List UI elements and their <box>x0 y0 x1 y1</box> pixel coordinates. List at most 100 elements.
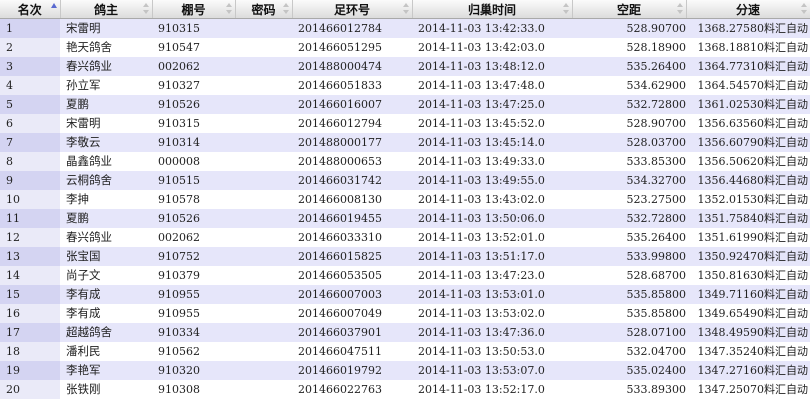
table-row[interactable]: 15 李有成 910955 201466007003 2014-11-03 13:53:… <box>0 285 810 304</box>
distance-cell: 528.07100 <box>572 323 686 342</box>
rank-cell: 8 <box>0 152 60 171</box>
owner-cell: 李敬云 <box>60 133 152 152</box>
owner-cell: 夏鹏 <box>60 95 152 114</box>
table-row[interactable]: 12 春兴鸽业 002062 201466033310 2014-11-03 13:52… <box>0 228 810 247</box>
column-header-owner[interactable]: 鸽主 <box>60 0 153 19</box>
distance-cell: 528.03700 <box>572 133 686 152</box>
table-row[interactable]: 8 晶鑫鸽业 000008 201488000653 2014-11-03 13:49:… <box>0 152 810 171</box>
loft-cell: 910562 <box>152 342 235 361</box>
loft-cell: 910955 <box>152 285 235 304</box>
arrival-time-cell: 2014-11-03 13:45:14.0 <box>412 133 572 152</box>
sort-icon <box>282 2 289 16</box>
ring-cell: 201466047511 <box>292 342 412 361</box>
speed-cell: 1364.77310料汇自动 <box>686 57 810 76</box>
owner-cell: 李抻 <box>60 190 152 209</box>
ring-cell: 201466051295 <box>292 38 412 57</box>
owner-cell: 孙立军 <box>60 76 152 95</box>
column-header-ring[interactable]: 足环号 <box>292 0 413 19</box>
table-row[interactable]: 16 李有成 910955 201466007049 2014-11-03 13:53:… <box>0 304 810 323</box>
column-header-label: 棚号 <box>181 2 206 17</box>
ring-cell: 201466051833 <box>292 76 412 95</box>
column-header-password[interactable]: 密码 <box>235 0 293 19</box>
table-row[interactable]: 1 宋雷明 910315 201466012784 2014-11-03 13:42:3… <box>0 18 810 38</box>
speed-cell: 1348.49590料汇自动 <box>686 323 810 342</box>
speed-cell: 1356.50620料汇自动 <box>686 152 810 171</box>
table-row[interactable]: 11 夏鹏 910526 201466019455 2014-11-03 13:50:0… <box>0 209 810 228</box>
distance-cell: 533.89300 <box>572 380 686 399</box>
table-row[interactable]: 7 李敬云 910314 201488000177 2014-11-03 13:45:1… <box>0 133 810 152</box>
table-row[interactable]: 10 李抻 910578 201466008130 2014-11-03 13:43:0… <box>0 190 810 209</box>
arrival-time-cell: 2014-11-03 13:50:06.0 <box>412 209 572 228</box>
rank-cell: 5 <box>0 95 60 114</box>
table-header-row: 名次 鸽主 棚号 密码 足环号 归巢时间 空距 分速 <box>0 0 810 19</box>
owner-cell: 张宝国 <box>60 247 152 266</box>
ring-cell: 201466012784 <box>292 18 412 38</box>
table-row[interactable]: 18 潘利民 910562 201466047511 2014-11-03 13:50:… <box>0 342 810 361</box>
column-header-label: 归巢时间 <box>467 2 516 17</box>
loft-cell: 910547 <box>152 38 235 57</box>
distance-cell: 528.90700 <box>572 114 686 133</box>
distance-cell: 534.32700 <box>572 171 686 190</box>
table-row[interactable]: 2 艳天鸽舍 910547 201466051295 2014-11-03 13:42:… <box>0 38 810 57</box>
ring-cell: 201488000653 <box>292 152 412 171</box>
speed-cell: 1351.61990料汇自动 <box>686 228 810 247</box>
column-header-distance[interactable]: 空距 <box>572 0 687 19</box>
sort-icon <box>225 2 232 16</box>
table-row[interactable]: 17 超越鸽舍 910334 201466037901 2014-11-03 13:47… <box>0 323 810 342</box>
arrival-time-cell: 2014-11-03 13:49:33.0 <box>412 152 572 171</box>
owner-cell: 张铁刚 <box>60 380 152 399</box>
loft-cell: 002062 <box>152 57 235 76</box>
ring-cell: 201488000474 <box>292 57 412 76</box>
speed-cell: 1347.35240料汇自动 <box>686 342 810 361</box>
column-header-rank[interactable]: 名次 <box>0 0 61 19</box>
owner-cell: 李艳军 <box>60 361 152 380</box>
column-header-speed[interactable]: 分速 <box>686 0 810 19</box>
ring-cell: 201466008130 <box>292 190 412 209</box>
rank-cell: 19 <box>0 361 60 380</box>
owner-cell: 李有成 <box>60 285 152 304</box>
table-row[interactable]: 5 夏鹏 910526 201466016007 2014-11-03 13:47:25… <box>0 95 810 114</box>
ring-cell: 201466012794 <box>292 114 412 133</box>
loft-cell: 910526 <box>152 209 235 228</box>
table-row[interactable]: 4 孙立军 910327 201466051833 2014-11-03 13:47:4… <box>0 76 810 95</box>
arrival-time-cell: 2014-11-03 13:42:33.0 <box>412 18 572 38</box>
loft-cell: 910578 <box>152 190 235 209</box>
arrival-time-cell: 2014-11-03 13:53:02.0 <box>412 304 572 323</box>
arrival-time-cell: 2014-11-03 13:52:17.0 <box>412 380 572 399</box>
loft-cell: 910955 <box>152 304 235 323</box>
table-row[interactable]: 19 李艳军 910320 201466019792 2014-11-03 13:53:… <box>0 361 810 380</box>
distance-cell: 523.27500 <box>572 190 686 209</box>
ring-cell: 201466033310 <box>292 228 412 247</box>
table-row[interactable]: 20 张铁刚 910308 201466022763 2014-11-03 13:52:… <box>0 380 810 399</box>
distance-cell: 533.85300 <box>572 152 686 171</box>
table-row[interactable]: 3 春兴鸽业 002062 201488000474 2014-11-03 13:48:… <box>0 57 810 76</box>
password-cell <box>235 38 292 57</box>
password-cell <box>235 209 292 228</box>
column-header-loft[interactable]: 棚号 <box>152 0 236 19</box>
password-cell <box>235 18 292 38</box>
rank-cell: 11 <box>0 209 60 228</box>
table-row[interactable]: 13 张宝国 910752 201466015825 2014-11-03 13:51:… <box>0 247 810 266</box>
column-header-label: 密码 <box>251 2 276 17</box>
sort-icon <box>800 2 807 16</box>
speed-cell: 1351.75840料汇自动 <box>686 209 810 228</box>
table-row[interactable]: 14 尚子文 910379 201466053505 2014-11-03 13:47:… <box>0 266 810 285</box>
arrival-time-cell: 2014-11-03 13:49:55.0 <box>412 171 572 190</box>
speed-cell: 1350.92470料汇自动 <box>686 247 810 266</box>
owner-cell: 宋雷明 <box>60 18 152 38</box>
loft-cell: 910315 <box>152 114 235 133</box>
column-header-time[interactable]: 归巢时间 <box>412 0 573 19</box>
table-row[interactable]: 9 云桐鸽舍 910515 201466031742 2014-11-03 13:49:… <box>0 171 810 190</box>
arrival-time-cell: 2014-11-03 13:47:25.0 <box>412 95 572 114</box>
owner-cell: 春兴鸽业 <box>60 228 152 247</box>
ring-cell: 201466007003 <box>292 285 412 304</box>
rank-cell: 1 <box>0 18 60 38</box>
loft-cell: 910327 <box>152 76 235 95</box>
owner-cell: 宋雷明 <box>60 114 152 133</box>
password-cell <box>235 380 292 399</box>
rank-cell: 10 <box>0 190 60 209</box>
table-row[interactable]: 6 宋雷明 910315 201466012794 2014-11-03 13:45:5… <box>0 114 810 133</box>
speed-cell: 1347.25070料汇自动 <box>686 380 810 399</box>
owner-cell: 尚子文 <box>60 266 152 285</box>
distance-cell: 535.85800 <box>572 304 686 323</box>
